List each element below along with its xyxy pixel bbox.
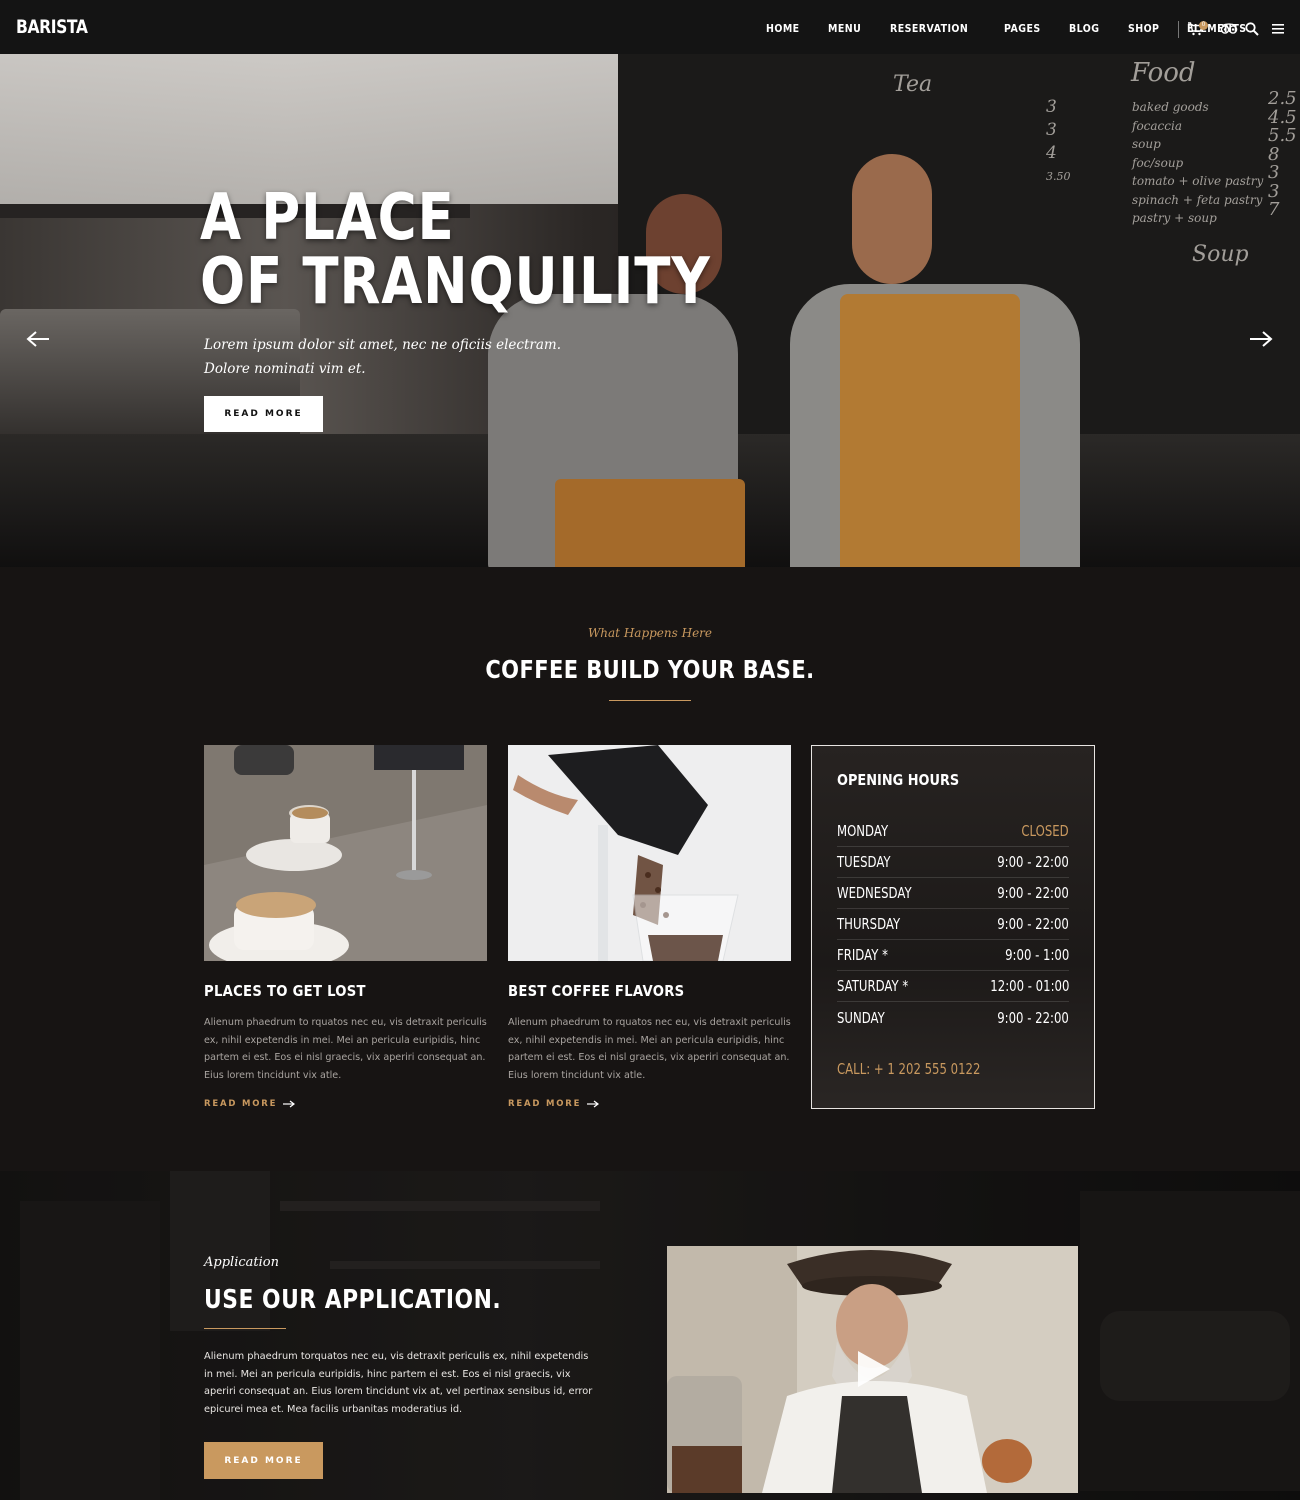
hours-row: WEDNESDAY 9:00 - 22:00 xyxy=(837,878,1069,909)
application-text: Alienum phaedrum torquatos nec eu, vis d… xyxy=(204,1351,593,1415)
hours-day: SUNDAY xyxy=(837,1008,885,1027)
arrow-right-icon xyxy=(587,1100,600,1108)
chalk-tea-price: 3.50 xyxy=(1046,170,1071,183)
chalkboard-food-prices: 2.5 4.5 5.5 8 3 3 7 xyxy=(1268,88,1298,220)
chalkboard-food-heading: Food xyxy=(1131,58,1196,88)
hero-read-more-button[interactable]: READ MORE xyxy=(204,396,323,432)
arrow-right-icon xyxy=(283,1100,296,1108)
application-title: USE OUR APPLICATION. xyxy=(204,1285,502,1315)
card-read-more-label: READ MORE xyxy=(204,1099,278,1109)
hours-time: CLOSED xyxy=(1021,822,1069,840)
chalk-food-item: spinach + feta pastry xyxy=(1132,192,1263,207)
barista-man-head xyxy=(852,154,932,284)
chalkboard-food-list: baked goods focaccia soup foc/soup tomat… xyxy=(1132,98,1272,228)
opening-hours-box: OPENING HOURS MONDAY CLOSED TUESDAY 9:00… xyxy=(811,745,1095,1109)
hours-day: FRIDAY * xyxy=(837,946,888,964)
coffee-beans-illustration xyxy=(508,745,791,961)
chalk-tea-price: 4 xyxy=(1046,143,1057,163)
hours-day: THURSDAY xyxy=(837,915,901,933)
hours-row: SATURDAY * 12:00 - 01:00 xyxy=(837,971,1069,1002)
hours-time: 9:00 - 22:00 xyxy=(997,915,1069,933)
hours-time: 12:00 - 01:00 xyxy=(989,977,1069,995)
card-title-places[interactable]: PLACES TO GET LOST xyxy=(204,982,366,1000)
hours-row: FRIDAY * 9:00 - 1:00 xyxy=(837,940,1069,971)
nav-shop[interactable]: SHOP xyxy=(1128,22,1159,35)
card-text-flavors: Alienum phaedrum to rquatos nec eu, vis … xyxy=(508,1017,791,1081)
chalk-tea-price: 3 xyxy=(1046,120,1057,140)
card-read-more-places[interactable]: READ MORE xyxy=(204,1099,296,1109)
hero-subtitle-line-2: Dolore nominati vim et. xyxy=(204,361,366,377)
chalk-food-item: foc/soup xyxy=(1132,155,1184,170)
application-title-rule xyxy=(204,1328,286,1329)
cafe-table-illustration xyxy=(204,745,487,961)
application-kicker: Application xyxy=(204,1255,279,1270)
card-read-more-flavors[interactable]: READ MORE xyxy=(508,1099,600,1109)
chalkboard-soup-label: Soup xyxy=(1192,242,1249,267)
chalk-food-item: pastry + soup xyxy=(1132,211,1217,225)
hours-row: SUNDAY 9:00 - 22:00 xyxy=(837,1002,1069,1033)
chalk-food-item: tomato + olive pastry xyxy=(1132,174,1264,188)
hours-day: MONDAY xyxy=(837,822,889,840)
card-image-cafe-table[interactable] xyxy=(204,745,487,961)
application-section xyxy=(0,1171,1300,1500)
search-icon[interactable] xyxy=(1244,21,1260,37)
opening-hours-title: OPENING HOURS xyxy=(837,771,960,789)
chalk-food-price: 7 xyxy=(1268,199,1280,220)
hero-title-line-2: OF TRANQUILITY xyxy=(200,245,711,319)
chalk-food-item: baked goods xyxy=(1132,100,1209,114)
nav-reservation[interactable]: RESERVATION xyxy=(890,22,968,35)
site-logo[interactable]: BARISTA xyxy=(16,16,88,38)
next-slide-arrow-icon[interactable] xyxy=(1248,329,1274,349)
features-title-text: COFFEE BUILD YOUR BASE. xyxy=(485,655,815,684)
features-kicker: What Happens Here xyxy=(587,626,713,640)
nav-blog[interactable]: BLOG xyxy=(1069,22,1099,35)
application-section-shade xyxy=(0,1171,1300,1500)
hours-time: 9:00 - 1:00 xyxy=(1004,946,1069,964)
hero-subtitle: Lorem ipsum dolor sit amet, nec ne ofici… xyxy=(204,333,564,381)
hero-subtitle-line-1: Lorem ipsum dolor sit amet, nec ne ofici… xyxy=(204,337,562,353)
tripadvisor-icon[interactable] xyxy=(1220,21,1238,37)
chalk-food-price: 5.5 xyxy=(1268,125,1297,146)
hero-title: A PLACE OF TRANQUILITY xyxy=(200,186,711,314)
barista-woman-apron xyxy=(555,479,745,567)
hours-row: TUESDAY 9:00 - 22:00 xyxy=(837,847,1069,878)
hero-title-line-1: A PLACE xyxy=(200,181,455,255)
nav-divider xyxy=(1178,21,1179,38)
hours-row: THURSDAY 9:00 - 22:00 xyxy=(837,909,1069,940)
chalk-food-price: 2.5 xyxy=(1268,88,1297,109)
nav-menu[interactable]: MENU xyxy=(828,22,861,35)
hours-row: MONDAY CLOSED xyxy=(837,816,1069,847)
barista-man-apron xyxy=(840,294,1020,567)
hours-day: SATURDAY * xyxy=(837,977,909,995)
site-header: BARISTA HOME MENU RESERVATION PAGES BLOG… xyxy=(0,0,1300,54)
nav-home[interactable]: HOME xyxy=(766,22,800,35)
features-title: COFFEE BUILD YOUR BASE. xyxy=(0,655,1300,684)
hours-time: 9:00 - 22:00 xyxy=(997,1008,1069,1027)
card-image-coffee-beans[interactable] xyxy=(508,745,791,961)
hours-day: TUESDAY xyxy=(837,853,891,871)
card-read-more-label: READ MORE xyxy=(508,1099,582,1109)
chalkboard-tea-prices: 3 3 4 3.50 xyxy=(1046,96,1076,188)
chalk-food-price: 3 xyxy=(1268,162,1280,183)
nav-pages[interactable]: PAGES xyxy=(1004,22,1041,35)
chalk-food-item: soup xyxy=(1132,137,1161,151)
chalk-food-item: focaccia xyxy=(1132,118,1182,133)
prev-slide-arrow-icon[interactable] xyxy=(25,329,51,349)
menu-icon[interactable] xyxy=(1271,21,1287,37)
hours-time: 9:00 - 22:00 xyxy=(997,884,1069,902)
hours-day: WEDNESDAY xyxy=(837,884,912,902)
card-title-flavors[interactable]: BEST COFFEE FLAVORS xyxy=(508,982,684,1000)
hours-call-phone[interactable]: CALL: + 1 202 555 0122 xyxy=(837,1060,980,1078)
application-read-more-button[interactable]: READ MORE xyxy=(204,1442,323,1479)
play-video-icon[interactable] xyxy=(854,1349,894,1389)
hours-time: 9:00 - 22:00 xyxy=(997,853,1069,871)
chalkboard-tea-heading: Tea xyxy=(893,72,933,97)
cart-count-badge: 0 xyxy=(1199,21,1208,30)
chalk-tea-price: 3 xyxy=(1046,97,1057,117)
card-text-places: Alienum phaedrum to rquatos nec eu, vis … xyxy=(204,1017,487,1081)
features-title-rule xyxy=(609,700,691,701)
